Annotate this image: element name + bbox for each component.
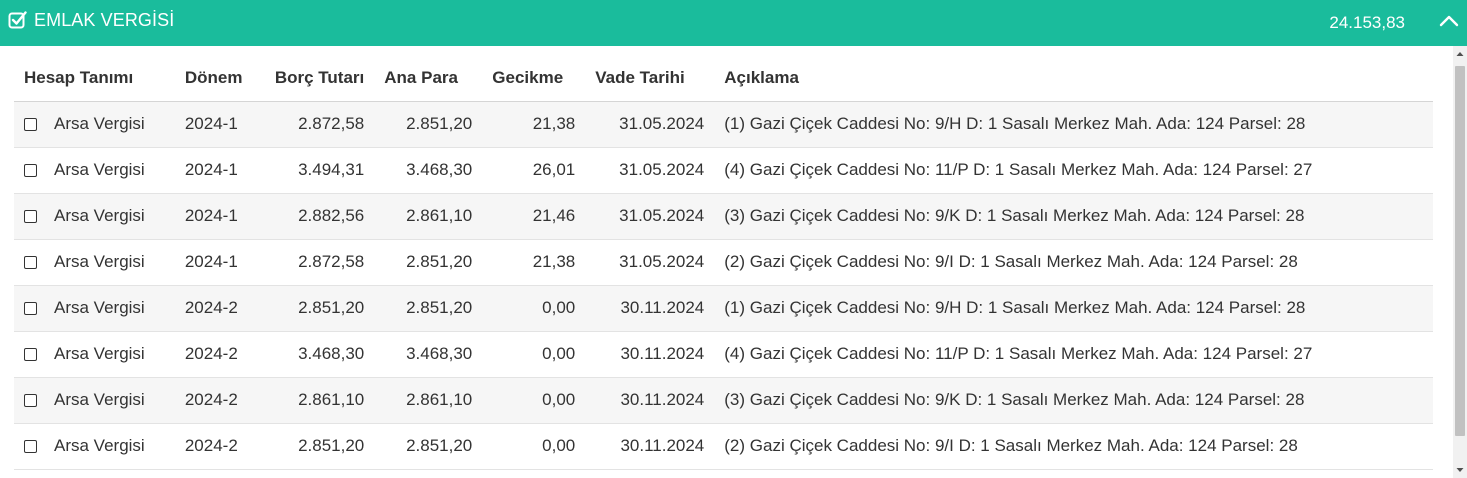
column-header-hesap-tanimi: Hesap Tanımı: [14, 56, 175, 102]
row-select-cell[interactable]: [14, 147, 44, 194]
table-row[interactable]: Arsa Vergisi 2024-1 3.494,31 3.468,30 26,01 3…: [14, 147, 1433, 194]
tax-table: Hesap Tanımı Dönem Borç Tutarı Ana Para …: [14, 56, 1433, 470]
row-checkbox[interactable]: [24, 302, 37, 316]
cell-borc-tutari: 2.882,56: [264, 193, 375, 240]
cell-ana-para: 2.851,20: [374, 101, 483, 148]
cell-vade-tarihi: 30.11.2024: [585, 377, 715, 424]
cell-donem: 2024-1: [174, 101, 265, 148]
cell-vade-tarihi: 31.05.2024: [585, 147, 715, 194]
cell-ana-para: 2.861,10: [374, 193, 483, 240]
vertical-scrollbar[interactable]: [1453, 46, 1467, 478]
cell-ana-para: 2.851,20: [374, 239, 483, 286]
cell-gecikme: 0,00: [482, 331, 586, 378]
row-checkbox[interactable]: [24, 210, 37, 224]
cell-gecikme: 0,00: [482, 285, 586, 332]
cell-donem: 2024-1: [174, 147, 265, 194]
cell-gecikme: 21,38: [482, 101, 586, 148]
panel-total-amount: 24.153,83: [1329, 13, 1405, 32]
cell-borc-tutari: 2.872,58: [264, 101, 375, 148]
cell-gecikme: 21,38: [482, 239, 586, 286]
cell-hesap-tanimi: Arsa Vergisi: [44, 423, 175, 470]
cell-ana-para: 2.851,20: [374, 423, 483, 470]
cell-vade-tarihi: 30.11.2024: [585, 285, 715, 332]
cell-vade-tarihi: 31.05.2024: [585, 239, 715, 286]
cell-hesap-tanimi: Arsa Vergisi: [44, 239, 175, 286]
cell-vade-tarihi: 31.05.2024: [585, 193, 715, 240]
row-select-cell[interactable]: [14, 193, 44, 240]
cell-hesap-tanimi: Arsa Vergisi: [44, 147, 175, 194]
cell-aciklama: (2) Gazi Çiçek Caddesi No: 9/I D: 1 Sasa…: [714, 423, 1433, 470]
cell-donem: 2024-2: [174, 331, 265, 378]
cell-hesap-tanimi: Arsa Vergisi: [44, 193, 175, 240]
row-select-cell[interactable]: [14, 239, 44, 286]
table-header-row: Hesap Tanımı Dönem Borç Tutarı Ana Para …: [14, 56, 1433, 102]
cell-vade-tarihi: 30.11.2024: [585, 331, 715, 378]
row-select-cell[interactable]: [14, 285, 44, 332]
cell-gecikme: 26,01: [482, 147, 586, 194]
cell-hesap-tanimi: Arsa Vergisi: [44, 331, 175, 378]
cell-borc-tutari: 2.872,58: [264, 239, 375, 286]
emlak-vergisi-panel-header[interactable]: EMLAK VERGİSİ 24.153,83: [0, 0, 1467, 46]
cell-aciklama: (1) Gazi Çiçek Caddesi No: 9/H D: 1 Sasa…: [714, 101, 1433, 148]
row-select-cell[interactable]: [14, 101, 44, 148]
cell-ana-para: 2.851,20: [374, 285, 483, 332]
row-checkbox[interactable]: [24, 348, 37, 362]
column-header-vade-tarihi: Vade Tarihi: [585, 56, 715, 102]
cell-aciklama: (4) Gazi Çiçek Caddesi No: 11/P D: 1 Sas…: [714, 147, 1433, 194]
table-row[interactable]: Arsa Vergisi 2024-2 2.861,10 2.861,10 0,00 30…: [14, 377, 1433, 424]
cell-aciklama: (3) Gazi Çiçek Caddesi No: 9/K D: 1 Sasa…: [714, 193, 1433, 240]
cell-hesap-tanimi: Arsa Vergisi: [44, 285, 175, 332]
cell-aciklama: (1) Gazi Çiçek Caddesi No: 9/H D: 1 Sasa…: [714, 285, 1433, 332]
column-header-borc-tutari: Borç Tutarı: [264, 56, 375, 102]
table-row[interactable]: Arsa Vergisi 2024-1 2.872,58 2.851,20 21,38 3…: [14, 101, 1433, 148]
cell-borc-tutari: 2.861,10: [264, 377, 375, 424]
panel-content: Hesap Tanımı Dönem Borç Tutarı Ana Para …: [0, 46, 1453, 478]
row-checkbox[interactable]: [24, 440, 37, 454]
row-select-cell[interactable]: [14, 331, 44, 378]
scroll-down-arrow-icon[interactable]: [1453, 462, 1467, 478]
cell-hesap-tanimi: Arsa Vergisi: [44, 101, 175, 148]
column-header-gecikme: Gecikme: [482, 56, 586, 102]
cell-borc-tutari: 2.851,20: [264, 285, 375, 332]
cell-gecikme: 0,00: [482, 423, 586, 470]
cell-borc-tutari: 2.851,20: [264, 423, 375, 470]
cell-aciklama: (4) Gazi Çiçek Caddesi No: 11/P D: 1 Sas…: [714, 331, 1433, 378]
row-select-cell[interactable]: [14, 423, 44, 470]
cell-vade-tarihi: 30.11.2024: [585, 423, 715, 470]
cell-vade-tarihi: 31.05.2024: [585, 101, 715, 148]
cell-aciklama: (2) Gazi Çiçek Caddesi No: 9/I D: 1 Sasa…: [714, 239, 1433, 286]
cell-aciklama: (3) Gazi Çiçek Caddesi No: 9/K D: 1 Sasa…: [714, 377, 1433, 424]
row-checkbox[interactable]: [24, 164, 37, 178]
cell-borc-tutari: 3.468,30: [264, 331, 375, 378]
cell-borc-tutari: 3.494,31: [264, 147, 375, 194]
table-row[interactable]: Arsa Vergisi 2024-2 2.851,20 2.851,20 0,00 30…: [14, 423, 1433, 470]
cell-ana-para: 3.468,30: [374, 331, 483, 378]
cell-donem: 2024-1: [174, 239, 265, 286]
cell-gecikme: 21,46: [482, 193, 586, 240]
table-row[interactable]: Arsa Vergisi 2024-1 2.872,58 2.851,20 21,38 3…: [14, 239, 1433, 286]
cell-ana-para: 3.468,30: [374, 147, 483, 194]
row-checkbox[interactable]: [24, 118, 37, 132]
cell-donem: 2024-2: [174, 377, 265, 424]
cell-hesap-tanimi: Arsa Vergisi: [44, 377, 175, 424]
scrollbar-thumb[interactable]: [1455, 66, 1465, 436]
checkbox-checked-icon[interactable]: [8, 10, 27, 29]
row-checkbox[interactable]: [24, 394, 37, 408]
cell-ana-para: 2.861,10: [374, 377, 483, 424]
row-checkbox[interactable]: [24, 256, 37, 270]
column-header-donem: Dönem: [174, 56, 265, 102]
scroll-up-arrow-icon[interactable]: [1453, 46, 1467, 62]
table-row[interactable]: Arsa Vergisi 2024-2 3.468,30 3.468,30 0,00 30…: [14, 331, 1433, 378]
cell-donem: 2024-1: [174, 193, 265, 240]
row-select-cell[interactable]: [14, 377, 44, 424]
column-header-aciklama: Açıklama: [714, 56, 1433, 102]
panel-title: EMLAK VERGİSİ: [34, 10, 175, 30]
chevron-up-icon[interactable]: [1438, 12, 1460, 28]
cell-gecikme: 0,00: [482, 377, 586, 424]
column-header-ana-para: Ana Para: [374, 56, 483, 102]
cell-donem: 2024-2: [174, 285, 265, 332]
table-row[interactable]: Arsa Vergisi 2024-1 2.882,56 2.861,10 21,46 3…: [14, 193, 1433, 240]
table-row[interactable]: Arsa Vergisi 2024-2 2.851,20 2.851,20 0,00 30…: [14, 285, 1433, 332]
cell-donem: 2024-2: [174, 423, 265, 470]
